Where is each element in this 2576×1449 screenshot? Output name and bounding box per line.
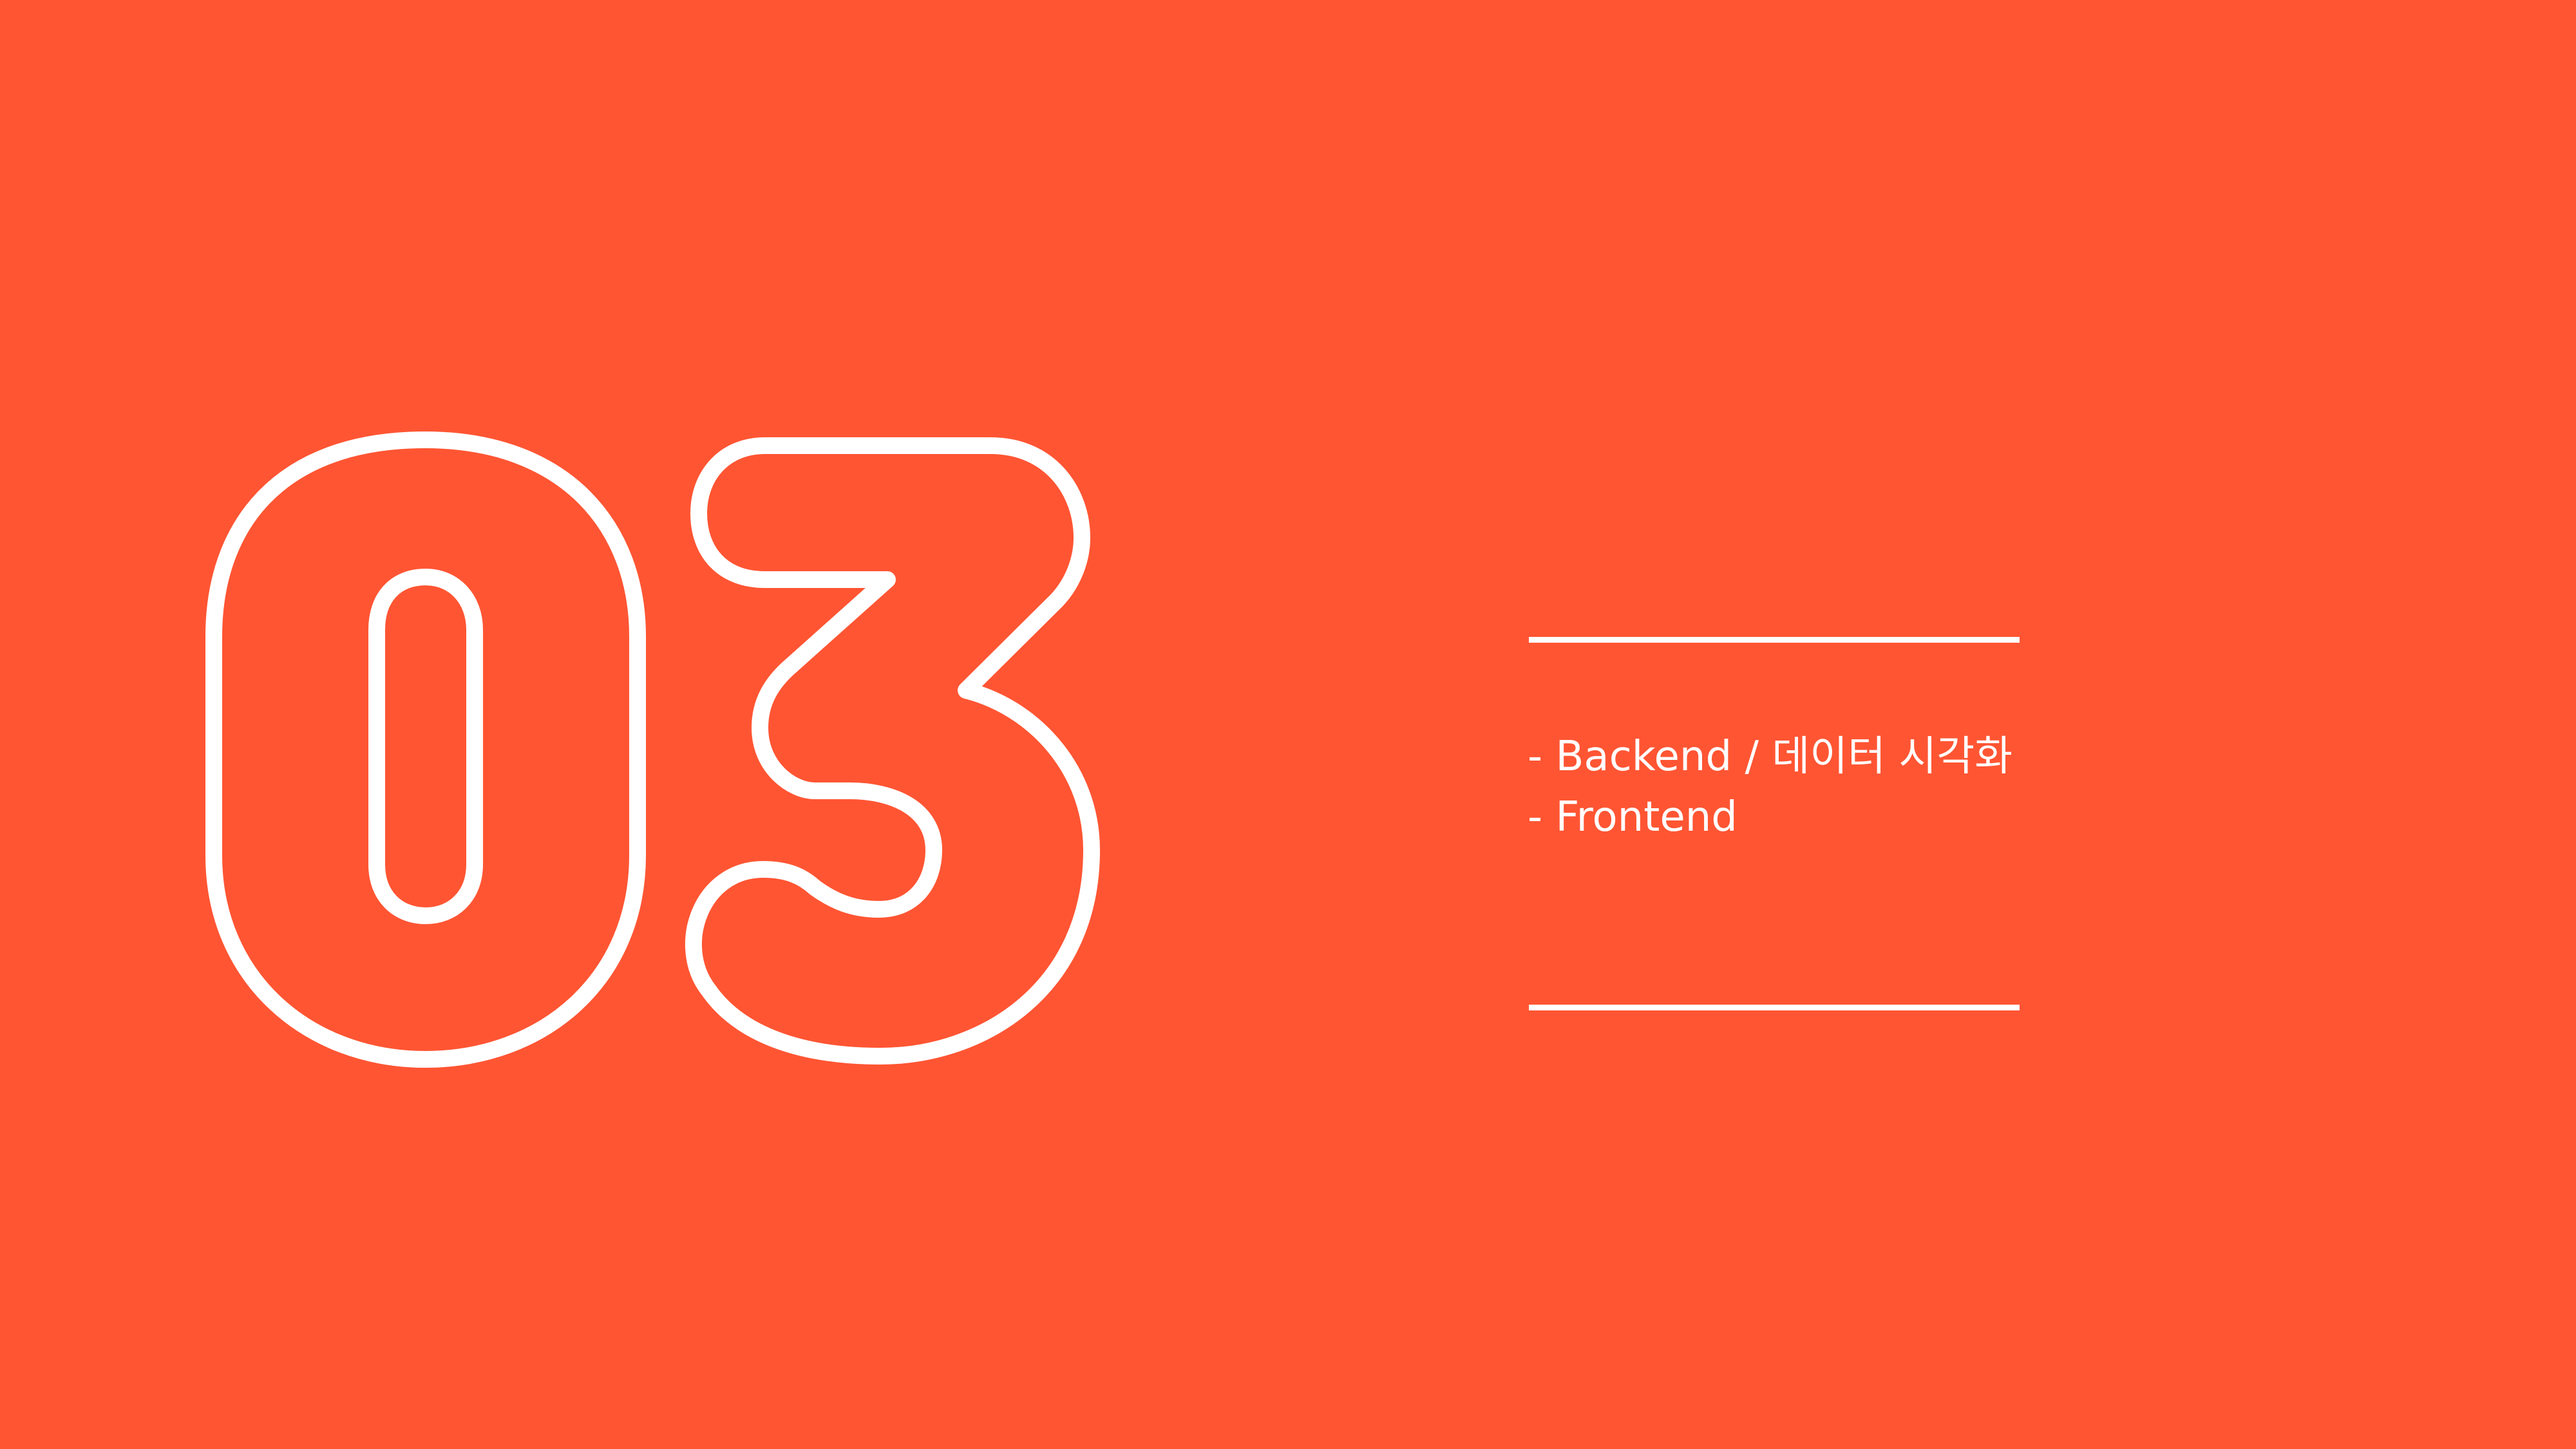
topic-item-backend: - Backend / 데이터 시각화 bbox=[1528, 733, 2012, 781]
digit-zero-inner bbox=[368, 569, 483, 924]
topic-list: - Backend / 데이터 시각화 - Frontend bbox=[1528, 726, 2012, 848]
digit-three bbox=[685, 437, 1100, 1065]
section-divider-slide: - Backend / 데이터 시각화 - Frontend bbox=[0, 0, 2576, 1449]
top-divider-line bbox=[1529, 637, 2020, 643]
topic-item-frontend: - Frontend bbox=[1528, 793, 1738, 841]
bottom-divider-line bbox=[1529, 1005, 2020, 1010]
digit-zero-outer bbox=[205, 431, 646, 1068]
section-number-outline bbox=[205, 431, 1100, 1068]
